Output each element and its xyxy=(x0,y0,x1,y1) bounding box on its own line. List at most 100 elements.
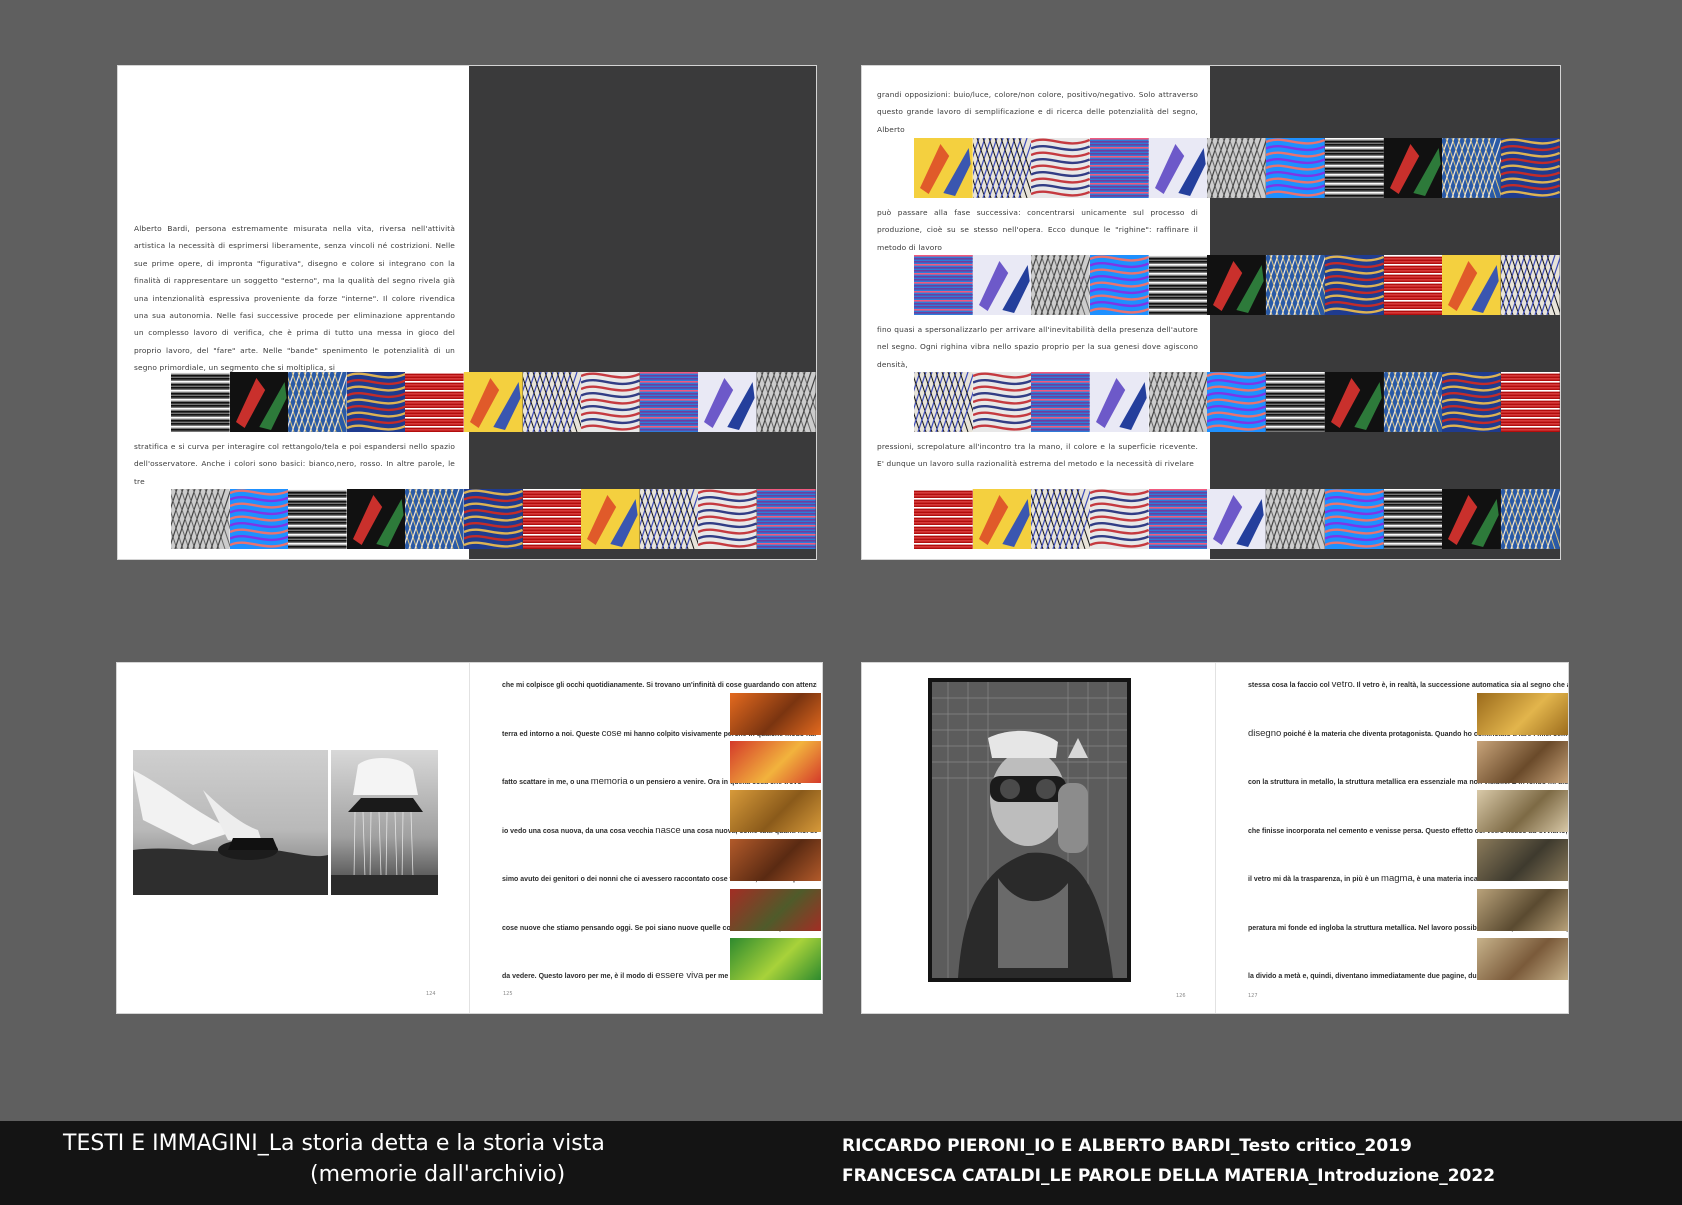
artwork-tile xyxy=(1148,489,1208,549)
artwork-tile xyxy=(1480,488,1560,550)
artwork-tile xyxy=(972,372,1032,432)
artwork-tile xyxy=(267,371,355,433)
essay-paragraph: stratifica e si curva per interagire col… xyxy=(134,442,455,486)
artwork-tile xyxy=(1266,372,1325,432)
artwork-tile xyxy=(1207,255,1267,315)
artwork-strip xyxy=(914,254,1560,316)
artwork-tile xyxy=(972,489,1032,549)
artwork-tile xyxy=(1421,137,1509,199)
artwork-tile xyxy=(288,489,347,549)
artwork-strip xyxy=(914,137,1560,199)
artwork-tile xyxy=(1206,372,1267,432)
page-gutter xyxy=(1215,663,1216,1013)
artwork-tile xyxy=(698,372,757,432)
artwork-tile xyxy=(346,489,406,549)
material-swatch xyxy=(1477,839,1568,881)
page-number: 125 xyxy=(503,991,513,997)
artwork-tile xyxy=(1362,371,1451,433)
essay-paragraph: Alberto Bardi, persona estremamente misu… xyxy=(134,224,455,373)
caption-left-line1: TESTI E IMMAGINI_La storia detta e la st… xyxy=(63,1131,605,1156)
artwork-tile xyxy=(756,489,816,549)
artwork-tile xyxy=(1442,489,1501,549)
artwork-strip xyxy=(150,488,816,550)
artwork-tile xyxy=(1030,138,1091,198)
artwork-tile xyxy=(229,489,289,549)
artwork-tile xyxy=(150,488,238,550)
artist-ironing-photo xyxy=(133,750,438,895)
artwork-tile xyxy=(1089,255,1150,315)
artwork-tile xyxy=(501,371,590,433)
artwork-tile xyxy=(1010,488,1098,550)
artwork-tile xyxy=(1090,372,1149,432)
material-swatch xyxy=(730,889,821,931)
artwork-tile xyxy=(405,372,464,432)
book-spread-cataldi-1: che mi colpisce gli occhi quotidianament… xyxy=(116,662,823,1014)
caption-bar: TESTI E IMMAGINI_La storia detta e la st… xyxy=(0,1121,1682,1205)
artwork-strip xyxy=(171,371,816,433)
artwork-tile xyxy=(1500,138,1560,198)
artist-portrait-photo xyxy=(928,678,1131,982)
artwork-tile xyxy=(522,489,582,549)
book-spread-bardi-2: grandi opposizioni: buio/luce, colore/no… xyxy=(861,65,1561,560)
material-swatch xyxy=(1477,889,1568,931)
material-swatch xyxy=(730,938,821,980)
artwork-tile xyxy=(1207,489,1267,549)
page-number: 127 xyxy=(1248,993,1258,999)
artwork-tile xyxy=(1480,254,1560,316)
artwork-tile xyxy=(1245,488,1333,550)
artwork-tile xyxy=(1186,137,1275,199)
artwork-tile xyxy=(1148,255,1208,315)
artwork-strip xyxy=(893,371,1560,433)
artwork-tile xyxy=(1324,489,1384,549)
material-swatch xyxy=(1477,693,1568,735)
caption-left-line2: (memorie dall'archivio) xyxy=(310,1162,566,1187)
artwork-tile xyxy=(1324,372,1384,432)
artwork-tile xyxy=(1265,138,1326,198)
essay-paragraph: può passare alla fase successiva: concen… xyxy=(877,208,1198,252)
book-spread-cataldi-2: stessa cosa la faccio col vetro. Il vetr… xyxy=(861,662,1569,1014)
artwork-tile xyxy=(893,371,981,433)
essay-paragraph: grandi opposizioni: buio/luce, colore/no… xyxy=(877,90,1198,134)
dark-panel xyxy=(469,66,816,559)
material-swatch xyxy=(730,839,821,881)
essay-paragraph: pressioni, screpolature all'incontro tra… xyxy=(877,442,1198,469)
artwork-tile xyxy=(229,372,289,432)
quote-line: che mi colpisce gli occhi quotidianament… xyxy=(502,682,817,689)
artwork-tile xyxy=(697,489,758,549)
artwork-tile xyxy=(1128,371,1216,433)
artwork-tile xyxy=(171,372,230,432)
artwork-tile xyxy=(914,138,973,198)
artwork-tile xyxy=(1324,255,1384,315)
page-gutter xyxy=(469,663,470,1013)
artwork-tile xyxy=(580,372,641,432)
artwork-tile xyxy=(914,489,973,549)
page-number: 124 xyxy=(426,991,436,997)
artwork-tile xyxy=(581,489,640,549)
artwork-tile xyxy=(1090,138,1149,198)
artwork-tile xyxy=(1245,254,1333,316)
artwork-tile xyxy=(384,488,472,550)
artwork-tile xyxy=(1324,138,1384,198)
artwork-tile xyxy=(1383,255,1443,315)
material-swatch xyxy=(730,741,821,783)
artwork-tile xyxy=(972,255,1032,315)
material-swatch xyxy=(1477,741,1568,783)
artwork-tile xyxy=(1383,489,1443,549)
artwork-strip xyxy=(914,488,1560,550)
artwork-tile xyxy=(1441,372,1502,432)
caption-right-line2: FRANCESCA CATALDI_LE PAROLE DELLA MATERI… xyxy=(842,1166,1496,1186)
artwork-tile xyxy=(346,372,406,432)
artwork-tile xyxy=(463,489,524,549)
artwork-tile xyxy=(1010,254,1098,316)
artwork-tile xyxy=(1383,138,1443,198)
artwork-tile xyxy=(463,372,523,432)
artwork-tile xyxy=(1031,372,1091,432)
quote-line: stessa cosa la faccio col vetro. Il vetr… xyxy=(1248,679,1569,690)
artwork-tile xyxy=(1442,255,1501,315)
caption-right-line1: RICCARDO PIERONI_IO E ALBERTO BARDI_Test… xyxy=(842,1136,1412,1156)
artwork-tile xyxy=(736,371,816,433)
material-swatch xyxy=(730,790,821,832)
book-spread-bardi-1: Alberto Bardi, persona estremamente misu… xyxy=(117,65,817,560)
material-swatch xyxy=(730,693,821,735)
essay-paragraph: fino quasi a spersonalizzarlo per arriva… xyxy=(877,325,1198,369)
